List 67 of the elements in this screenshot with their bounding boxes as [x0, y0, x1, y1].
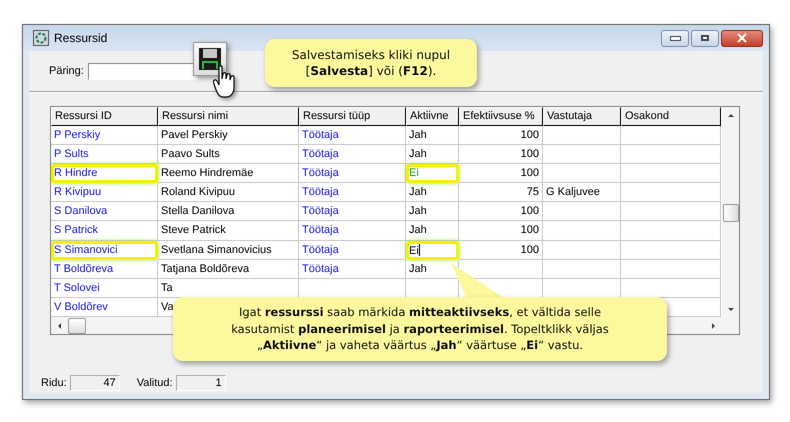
table-cell: P Perskiy: [51, 126, 158, 145]
table-cell: 100: [459, 126, 543, 145]
rows-count: 47: [70, 375, 120, 391]
table-cell: Töötaja: [299, 202, 406, 222]
selected-count: 1: [176, 375, 226, 391]
table-cell: Svetlana Simanovicius: [158, 240, 299, 260]
query-label: Päring:: [49, 65, 84, 77]
table-cell: Jah: [406, 221, 459, 241]
table-cell: S Patrick: [51, 221, 158, 241]
close-button[interactable]: [721, 30, 763, 46]
hint-tooltip: Salvestamiseks kliki nupul [Salvesta] või (F12).: [265, 39, 477, 88]
table-cell: 100: [459, 240, 543, 260]
table-cell: R Kivipuu: [51, 183, 158, 202]
table-cell: G Kaljuvee: [543, 183, 621, 202]
table-cell: 100: [459, 164, 543, 184]
save-button[interactable]: [193, 42, 227, 76]
table-cell: Tatjana Boldõreva: [158, 260, 299, 279]
maximize-icon: [701, 35, 709, 41]
table-cell: Töötaja: [299, 183, 406, 202]
table-cell: Reemo Hindremäe: [158, 164, 299, 184]
table-cell: 100: [459, 221, 543, 241]
column-header[interactable]: Efektiivsuse %: [459, 107, 543, 126]
column-header[interactable]: Aktiivne: [406, 107, 459, 126]
table-cell: Roland Kivipuu: [158, 183, 299, 202]
table-cell: Töötaja: [299, 164, 406, 184]
table-cell: 75: [459, 183, 543, 202]
table-cell: R Hindre: [51, 164, 158, 184]
minimize-icon: [670, 36, 680, 40]
table-cell: Jah: [406, 183, 459, 202]
app-icon: [33, 30, 49, 46]
table-cell: Paavo Sults: [158, 144, 299, 164]
rows-label: Ridu:: [41, 377, 67, 389]
table-cell: 100: [459, 202, 543, 222]
table-cell: P Sults: [51, 144, 158, 164]
scroll-thumb[interactable]: [722, 204, 738, 222]
column-header[interactable]: Osakond: [621, 107, 721, 126]
table-cell: Töötaja: [299, 260, 406, 279]
table-cell: Töötaja: [299, 240, 406, 260]
scroll-thumb[interactable]: [68, 318, 86, 334]
selected-label: Valitud:: [136, 377, 173, 389]
table-cell: Steve Patrick: [158, 221, 299, 241]
table-cell: T Boldõreva: [51, 260, 158, 279]
table-cell: Pavel Perskiy: [158, 126, 299, 145]
close-icon: [737, 33, 747, 43]
column-header[interactable]: Vastutaja: [543, 107, 621, 126]
maximize-button[interactable]: [691, 30, 719, 46]
table-cell: S Simanovici: [51, 240, 158, 260]
table-cell: Töötaja: [299, 221, 406, 241]
column-header[interactable]: Ressursi nimi: [158, 107, 299, 126]
window-title: Ressursid: [54, 31, 108, 45]
table-cell: Töötaja: [299, 126, 406, 145]
minimize-button[interactable]: [661, 30, 689, 46]
column-header[interactable]: Ressursi tüüp: [299, 107, 406, 126]
query-field[interactable]: [88, 62, 198, 80]
table-cell: Töötaja: [299, 144, 406, 164]
table-cell: S Danilova: [51, 202, 158, 222]
table-cell: Jah: [406, 202, 459, 222]
table-cell: T Solovei: [51, 278, 158, 298]
vertical-scrollbar[interactable]: [722, 107, 739, 334]
column-header[interactable]: Ressursi ID: [51, 107, 158, 126]
table-cell: 100: [459, 144, 543, 164]
table-cell: Ei: [406, 240, 459, 260]
table-cell: Jah: [406, 126, 459, 145]
table-cell: Ei: [406, 164, 459, 184]
table-cell: Jah: [406, 144, 459, 164]
text-cursor: [418, 244, 420, 256]
table-cell: Stella Danilova: [158, 202, 299, 222]
